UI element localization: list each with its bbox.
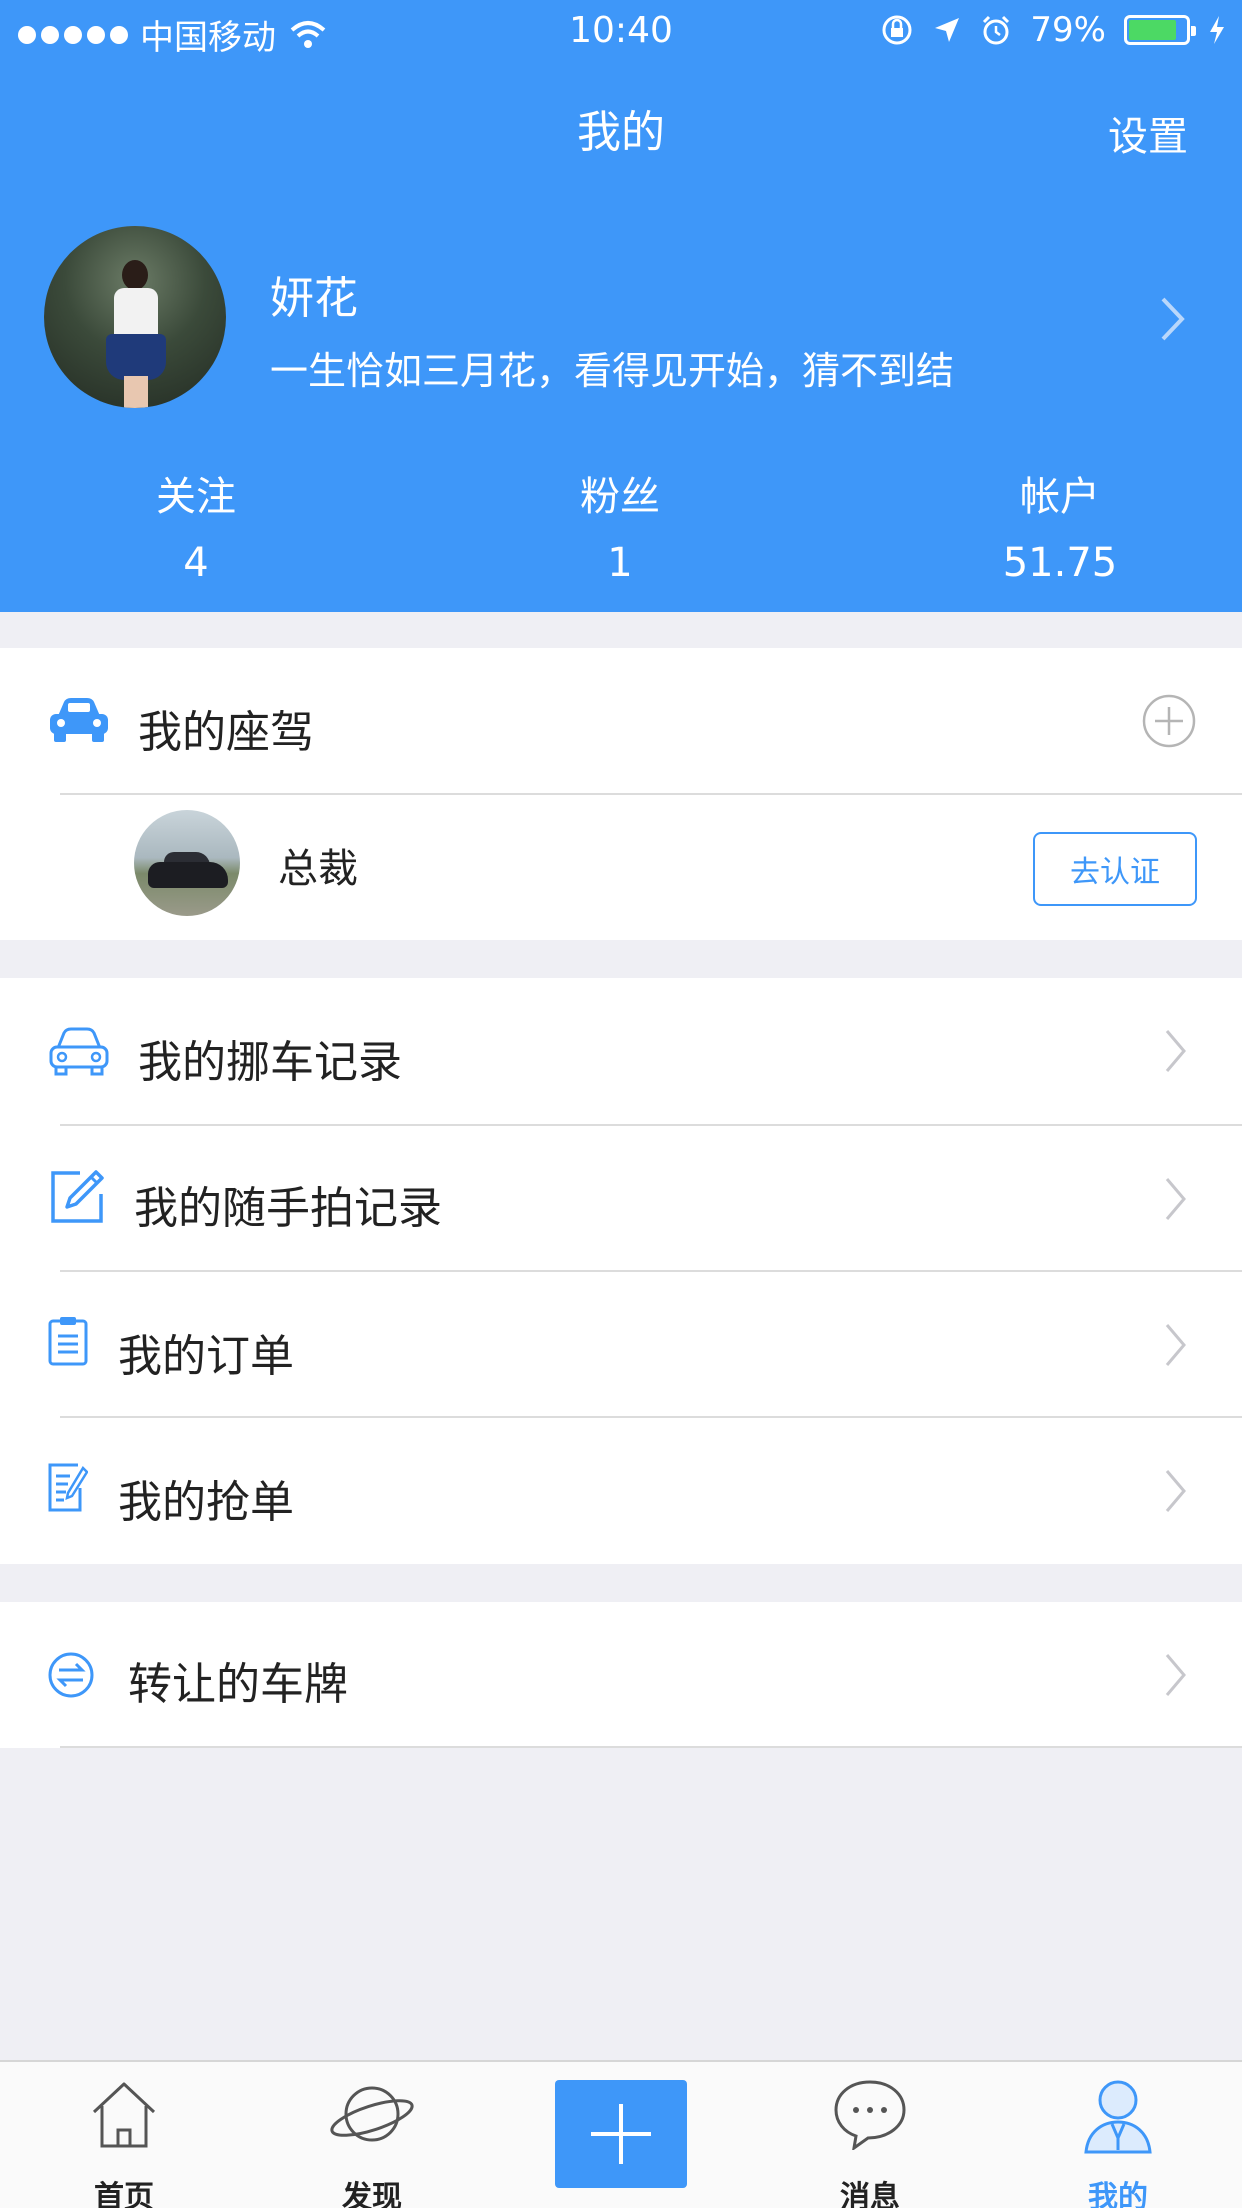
user-icon bbox=[1084, 2080, 1152, 2154]
menu-item-grab-orders[interactable]: 我的抢单 bbox=[0, 1418, 1242, 1564]
stat-label: 帐户 bbox=[1020, 474, 1100, 520]
menu-item-move-car-records[interactable]: 我的挪车记录 bbox=[0, 978, 1242, 1124]
settings-button[interactable]: 设置 bbox=[1108, 104, 1188, 162]
stat-value: 1 bbox=[607, 540, 633, 586]
status-bar: 中国移动 10:40 79% bbox=[0, 0, 1242, 62]
menu-item-label: 我的随手拍记录 bbox=[134, 1183, 442, 1234]
my-cars-title: 我的座驾 bbox=[138, 707, 314, 758]
car-name[interactable]: 总裁 bbox=[278, 836, 358, 894]
exchange-icon bbox=[48, 1652, 94, 1698]
tab-label: 我的 bbox=[1088, 2180, 1148, 2208]
chevron-right-icon bbox=[1165, 1324, 1186, 1366]
menu-item-label: 我的订单 bbox=[118, 1331, 294, 1382]
profile-stats: 关注 4 粉丝 1 帐户 51.75 bbox=[0, 464, 1242, 586]
tab-bar: 首页 发现 消息 我的 bbox=[0, 2060, 1242, 2208]
chevron-right-icon[interactable] bbox=[1160, 296, 1186, 342]
profile-name[interactable]: 妍花 bbox=[270, 262, 358, 326]
home-icon bbox=[92, 2082, 156, 2148]
tab-label: 消息 bbox=[840, 2180, 900, 2208]
avatar[interactable] bbox=[44, 226, 226, 408]
stat-followers[interactable]: 粉丝 1 bbox=[470, 464, 770, 586]
car-avatar[interactable] bbox=[134, 810, 240, 916]
menu-item-label: 我的抢单 bbox=[118, 1477, 294, 1528]
menu-item-label: 我的挪车记录 bbox=[138, 1037, 402, 1088]
planet-icon bbox=[330, 2086, 414, 2142]
tab-label: 发现 bbox=[342, 2180, 402, 2208]
tab-messages[interactable]: 消息 bbox=[770, 2062, 970, 2208]
location-arrow-icon bbox=[935, 18, 960, 42]
divider bbox=[60, 1746, 1242, 1748]
stat-value: 51.75 bbox=[1002, 540, 1118, 586]
tab-discover[interactable]: 发现 bbox=[272, 2062, 472, 2208]
tab-home[interactable]: 首页 bbox=[24, 2062, 224, 2208]
page-title: 我的 bbox=[577, 107, 665, 158]
chevron-right-icon bbox=[1165, 1030, 1186, 1072]
records-menu: 我的挪车记录 我的随手拍记录 我的订单 我的抢单 bbox=[0, 978, 1242, 1564]
profile-header: 中国移动 10:40 79% 我的 设置 妍花 一生恰如三月花，看得见开始，猜不… bbox=[0, 0, 1242, 612]
chat-bubble-icon bbox=[834, 2080, 906, 2150]
my-cars-header: 我的座驾 bbox=[0, 648, 1242, 794]
chevron-right-icon bbox=[1165, 1470, 1186, 1512]
stat-label: 粉丝 bbox=[580, 474, 660, 520]
stat-label: 关注 bbox=[156, 474, 236, 520]
stat-following[interactable]: 关注 4 bbox=[46, 464, 346, 586]
chevron-right-icon bbox=[1165, 1178, 1186, 1220]
alarm-icon bbox=[983, 15, 1010, 45]
menu-item-transfer-plates[interactable]: 转让的车牌 bbox=[0, 1602, 1242, 1748]
tab-label: 首页 bbox=[94, 2180, 154, 2208]
tab-mine[interactable]: 我的 bbox=[1018, 2062, 1218, 2208]
chevron-right-icon bbox=[1165, 1654, 1186, 1696]
menu-item-orders[interactable]: 我的订单 bbox=[0, 1272, 1242, 1418]
battery-percent: 79% bbox=[1030, 10, 1106, 50]
menu-item-snapshot-records[interactable]: 我的随手拍记录 bbox=[0, 1126, 1242, 1272]
rotation-lock-icon bbox=[882, 15, 912, 45]
stat-value: 4 bbox=[183, 540, 209, 586]
clipboard-icon bbox=[48, 1317, 88, 1366]
car-icon bbox=[50, 698, 108, 742]
menu-item-label: 转让的车牌 bbox=[128, 1659, 348, 1710]
stat-account[interactable]: 帐户 51.75 bbox=[910, 464, 1210, 586]
list-edit-icon bbox=[48, 1463, 88, 1512]
add-car-icon[interactable] bbox=[1142, 694, 1196, 748]
verify-button[interactable]: 去认证 bbox=[1033, 832, 1197, 906]
add-button[interactable] bbox=[555, 2080, 687, 2188]
car-outline-icon bbox=[49, 1027, 109, 1076]
transfer-card: 转让的车牌 bbox=[0, 1602, 1242, 1748]
battery-icon bbox=[1124, 15, 1196, 45]
profile-bio[interactable]: 一生恰如三月花，看得见开始，猜不到结 bbox=[270, 340, 954, 395]
charging-bolt-icon bbox=[1210, 16, 1224, 44]
edit-icon bbox=[51, 1170, 104, 1223]
status-right: 79% bbox=[880, 10, 1226, 50]
